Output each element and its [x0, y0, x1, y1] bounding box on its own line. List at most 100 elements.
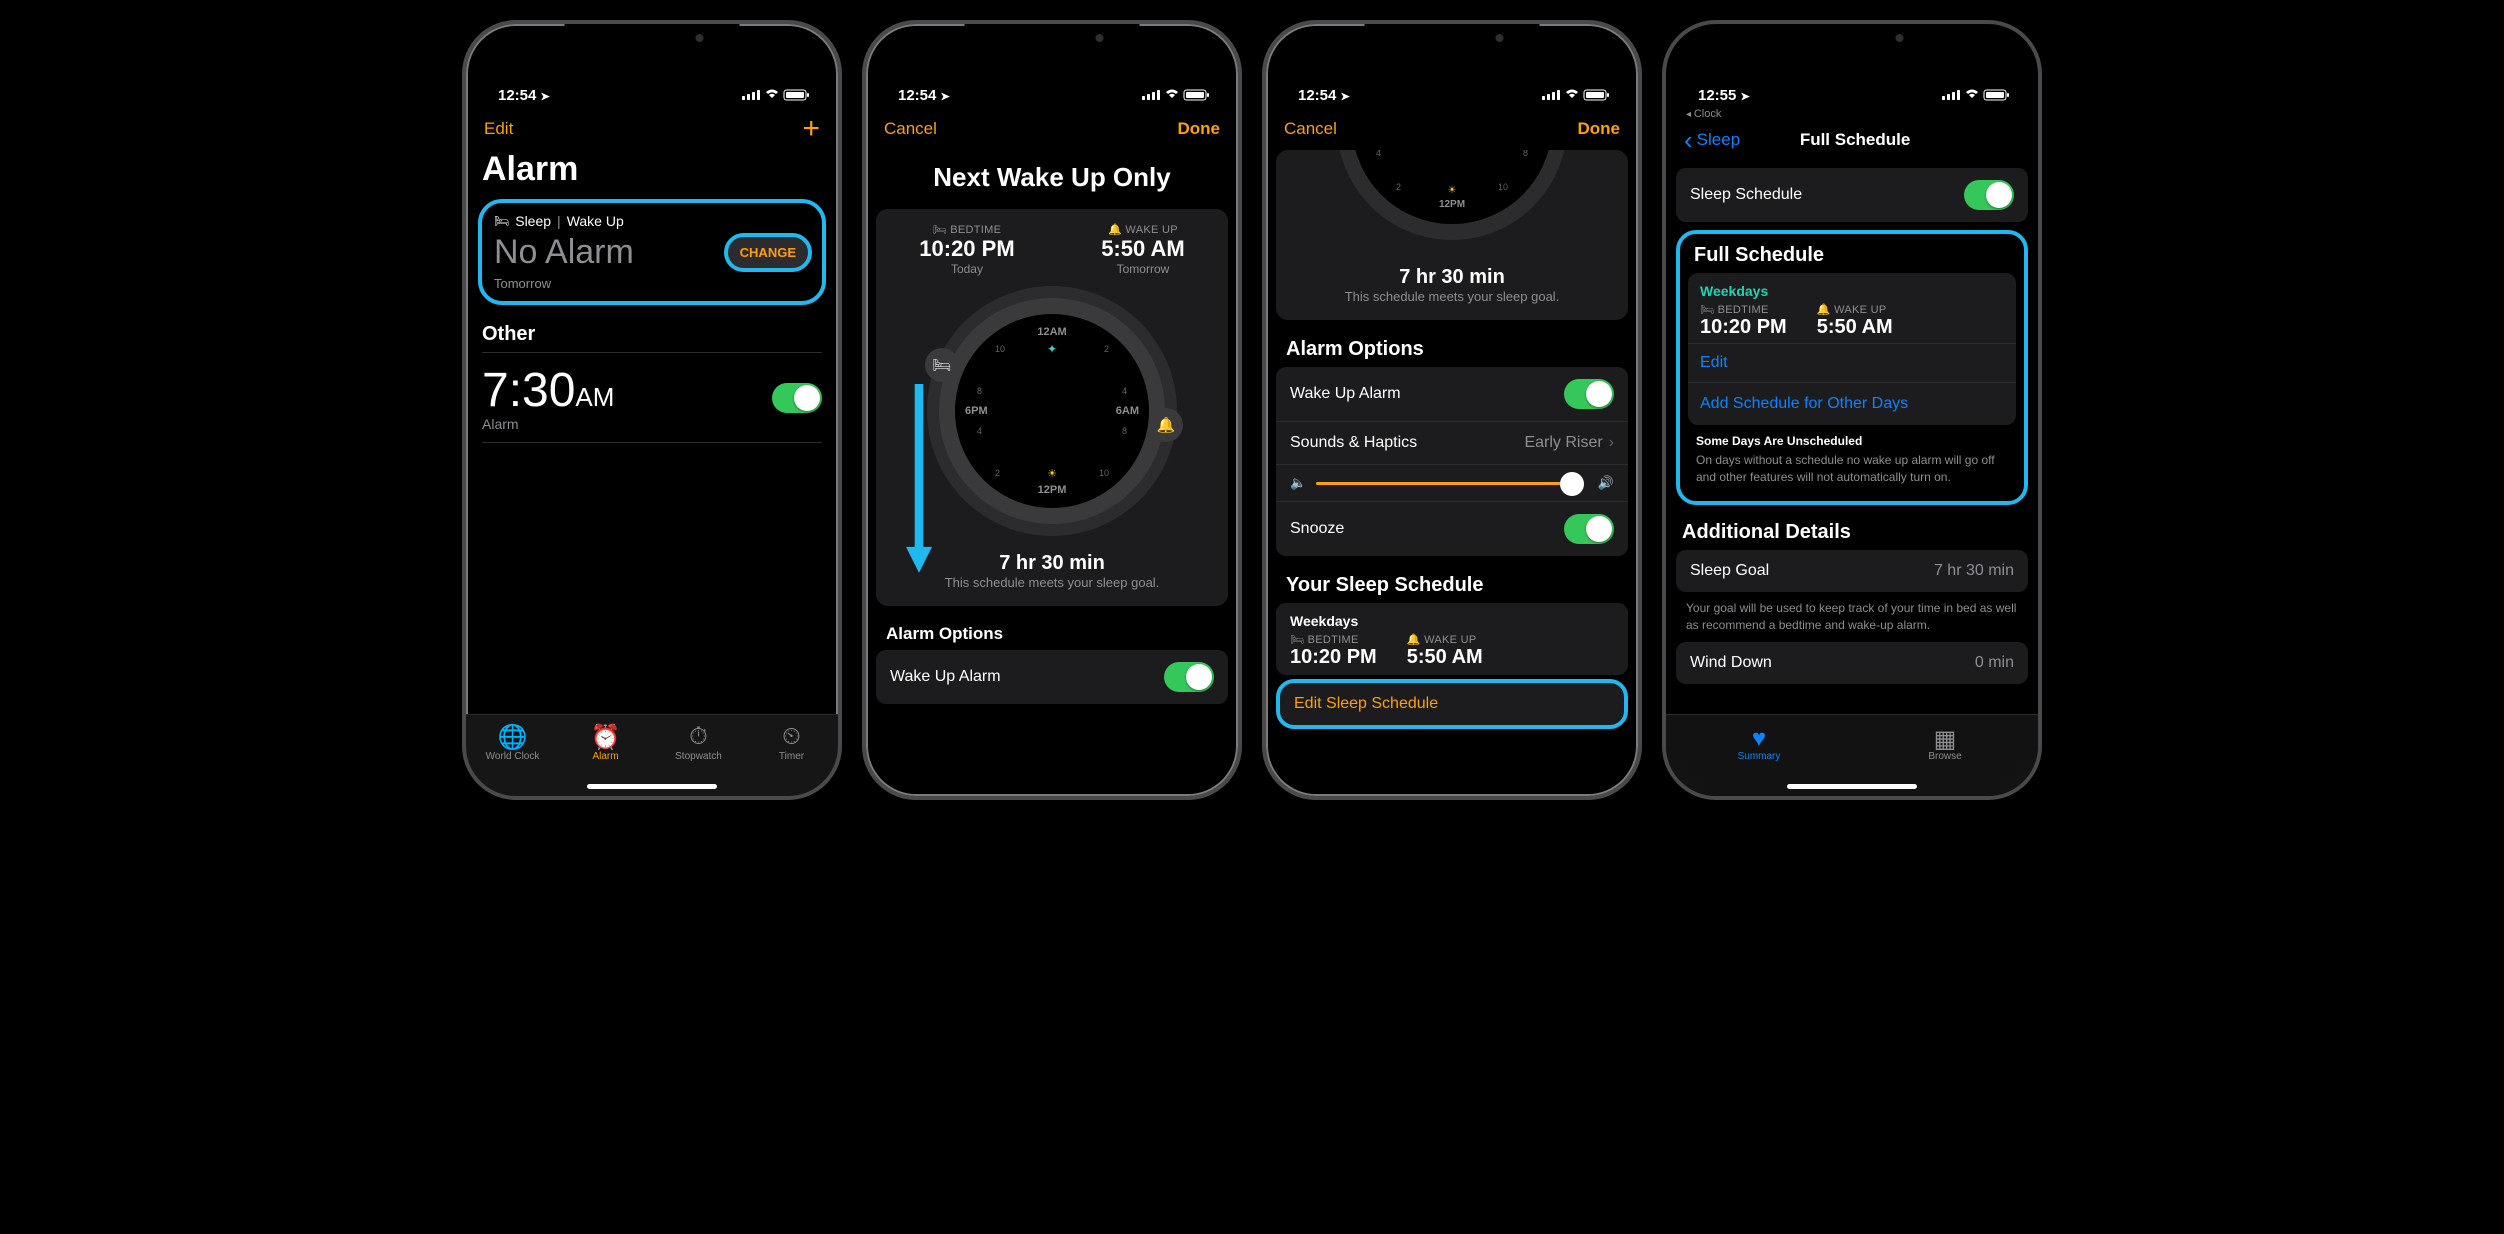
edit-sleep-schedule-button[interactable]: Edit Sleep Schedule [1276, 679, 1628, 729]
stopwatch-icon: ⏱ [664, 723, 734, 751]
weekdays-card[interactable]: Weekdays 🛏 BEDTIME 10:20 PM 🔔 WAKE UP 5:… [1276, 603, 1628, 675]
sleep-wake-card[interactable]: 🛏 Sleep | Wake Up No Alarm CHANGE Tomorr… [478, 199, 826, 305]
sounds-haptics-row[interactable]: Sounds & Haptics Early Riser› [1276, 422, 1628, 465]
location-icon: ➤ [1741, 91, 1750, 103]
wakeup-handle[interactable]: 🔔 [1149, 408, 1183, 442]
weekdays-card[interactable]: Weekdays 🛏 BEDTIME 10:20 PM 🔔 WAKE UP 5:… [1688, 273, 2016, 343]
page-title: Alarm [466, 150, 838, 199]
bell-icon: 🔔 [1108, 224, 1122, 236]
full-schedule-header: Full Schedule [1686, 236, 2018, 273]
alarm-row[interactable]: 7:30AM Alarm [466, 353, 838, 442]
sun-icon: ☀ [1047, 467, 1057, 480]
tick-6pm: 6PM [965, 405, 988, 417]
bedtime-label: BEDTIME [950, 224, 1001, 236]
phone-2: 12:54 ➤ Cancel Done Next Wake Up Only 🛏 … [862, 20, 1242, 800]
status-bar: 12:55 ➤ [1666, 68, 2038, 110]
wakeup-label: Wake Up [567, 213, 624, 229]
done-button[interactable]: Done [1178, 119, 1221, 139]
location-icon: ➤ [941, 91, 950, 103]
status-bar: 12:54 ➤ [1266, 68, 1638, 110]
nav-title: Full Schedule [1740, 130, 1970, 150]
home-indicator[interactable] [587, 784, 717, 789]
cancel-button[interactable]: Cancel [884, 119, 937, 139]
additional-details-header: Additional Details [1666, 511, 2038, 550]
wakeup-value: 5:50 AM [1407, 646, 1483, 669]
change-button[interactable]: CHANGE [724, 233, 812, 272]
status-time: 12:54 [498, 87, 536, 104]
page-title: Next Wake Up Only [866, 150, 1238, 209]
done-button[interactable]: Done [1578, 119, 1621, 139]
status-bar: 12:54 ➤ [466, 68, 838, 110]
sleep-schedule-toggle[interactable] [1964, 180, 2014, 210]
volume-row[interactable]: 🔈 🔊 [1276, 465, 1628, 502]
unscheduled-note: Some Days Are Unscheduled On days withou… [1686, 425, 2018, 493]
no-alarm-text: No Alarm [494, 233, 634, 272]
phone-4: 12:55 ➤ Clock Sleep Full Schedule Sleep … [1662, 20, 2042, 800]
tab-world-clock[interactable]: 🌐World Clock [478, 723, 548, 796]
chevron-right-icon: › [1609, 434, 1614, 451]
alarm-options-header: Alarm Options [1266, 328, 1638, 367]
bedtime-value: 10:20 PM [1290, 646, 1377, 669]
status-time: 12:54 [898, 87, 936, 104]
volume-low-icon: 🔈 [1290, 475, 1306, 491]
nav-bar: Edit + [466, 110, 838, 150]
notch [1765, 24, 1940, 52]
wakeup-value: 5:50 AM [1817, 316, 1893, 339]
schedule-summary-card: 12PM ☀ 2 10 4 8 7 hr 30 min This schedul… [1276, 150, 1628, 320]
status-time: 12:54 [1298, 87, 1336, 104]
edit-button[interactable]: Edit [1688, 343, 2016, 382]
your-schedule-header: Your Sleep Schedule [1266, 564, 1638, 603]
tick-12am: 12AM [1037, 326, 1066, 338]
location-icon: ➤ [1341, 91, 1350, 103]
weekdays-label: Weekdays [1290, 613, 1614, 629]
notch [565, 24, 740, 52]
wake-alarm-toggle[interactable] [1564, 379, 1614, 409]
location-icon: ➤ [541, 91, 550, 103]
wakeup-label: WAKE UP [1125, 224, 1177, 236]
bell-icon: 🔔 [1407, 634, 1421, 646]
tick-12pm: 12PM [1038, 484, 1067, 496]
snooze-row[interactable]: Snooze [1276, 502, 1628, 556]
alarm-sub: Alarm [482, 416, 614, 432]
goal-subtitle: This schedule meets your sleep goal. [1276, 289, 1628, 304]
goal-duration: 7 hr 30 min [1276, 266, 1628, 289]
nav-bar: Cancel Done [866, 110, 1238, 150]
separator: | [557, 213, 561, 229]
back-button[interactable]: Sleep [1684, 130, 1740, 150]
volume-slider[interactable] [1316, 482, 1574, 485]
bell-icon: 🔔 [1817, 304, 1831, 316]
home-indicator[interactable] [1787, 784, 1917, 789]
sleep-schedule-row[interactable]: Sleep Schedule [1676, 168, 2028, 222]
alarm-toggle[interactable] [772, 383, 822, 413]
wakeup-value: 5:50 AM [1101, 236, 1185, 262]
other-header: Other [466, 313, 838, 352]
status-bar: 12:54 ➤ [866, 68, 1238, 110]
volume-high-icon: 🔊 [1598, 475, 1614, 491]
heart-icon: ♥ [1709, 725, 1809, 751]
tab-timer[interactable]: ⏲Timer [757, 723, 827, 796]
bed-icon: 🛏 [1290, 634, 1304, 646]
phone-1: 12:54 ➤ Edit + Alarm 🛏 Sleep | Wake Up N… [462, 20, 842, 800]
bed-icon: 🛏 [933, 224, 947, 236]
sounds-value: Early Riser [1524, 434, 1602, 451]
bedtime-handle[interactable]: 🛏 [925, 348, 959, 382]
alarm-options-header: Alarm Options [866, 614, 1238, 650]
cancel-button[interactable]: Cancel [1284, 119, 1337, 139]
edit-button[interactable]: Edit [484, 119, 513, 139]
tomorrow-label: Tomorrow [494, 276, 812, 291]
wind-down-row[interactable]: Wind Down 0 min [1676, 642, 2028, 684]
wake-up-alarm-row[interactable]: Wake Up Alarm [876, 650, 1228, 704]
snooze-toggle[interactable] [1564, 514, 1614, 544]
wake-up-alarm-row[interactable]: Wake Up Alarm [1276, 367, 1628, 422]
full-schedule-section: Full Schedule Weekdays 🛏 BEDTIME 10:20 P… [1676, 230, 2028, 505]
alarm-time: 7:30 [482, 364, 575, 417]
alarm-ampm: AM [575, 382, 614, 412]
bedtime-value: 10:20 PM [1700, 316, 1787, 339]
sleep-goal-row[interactable]: Sleep Goal 7 hr 30 min [1676, 550, 2028, 592]
breadcrumb[interactable]: Clock [1666, 108, 2038, 120]
bed-icon: 🛏 [494, 214, 509, 228]
add-alarm-button[interactable]: + [802, 119, 820, 139]
add-schedule-button[interactable]: Add Schedule for Other Days [1688, 382, 2016, 425]
timer-icon: ⏲ [757, 723, 827, 751]
wake-alarm-toggle[interactable] [1164, 662, 1214, 692]
